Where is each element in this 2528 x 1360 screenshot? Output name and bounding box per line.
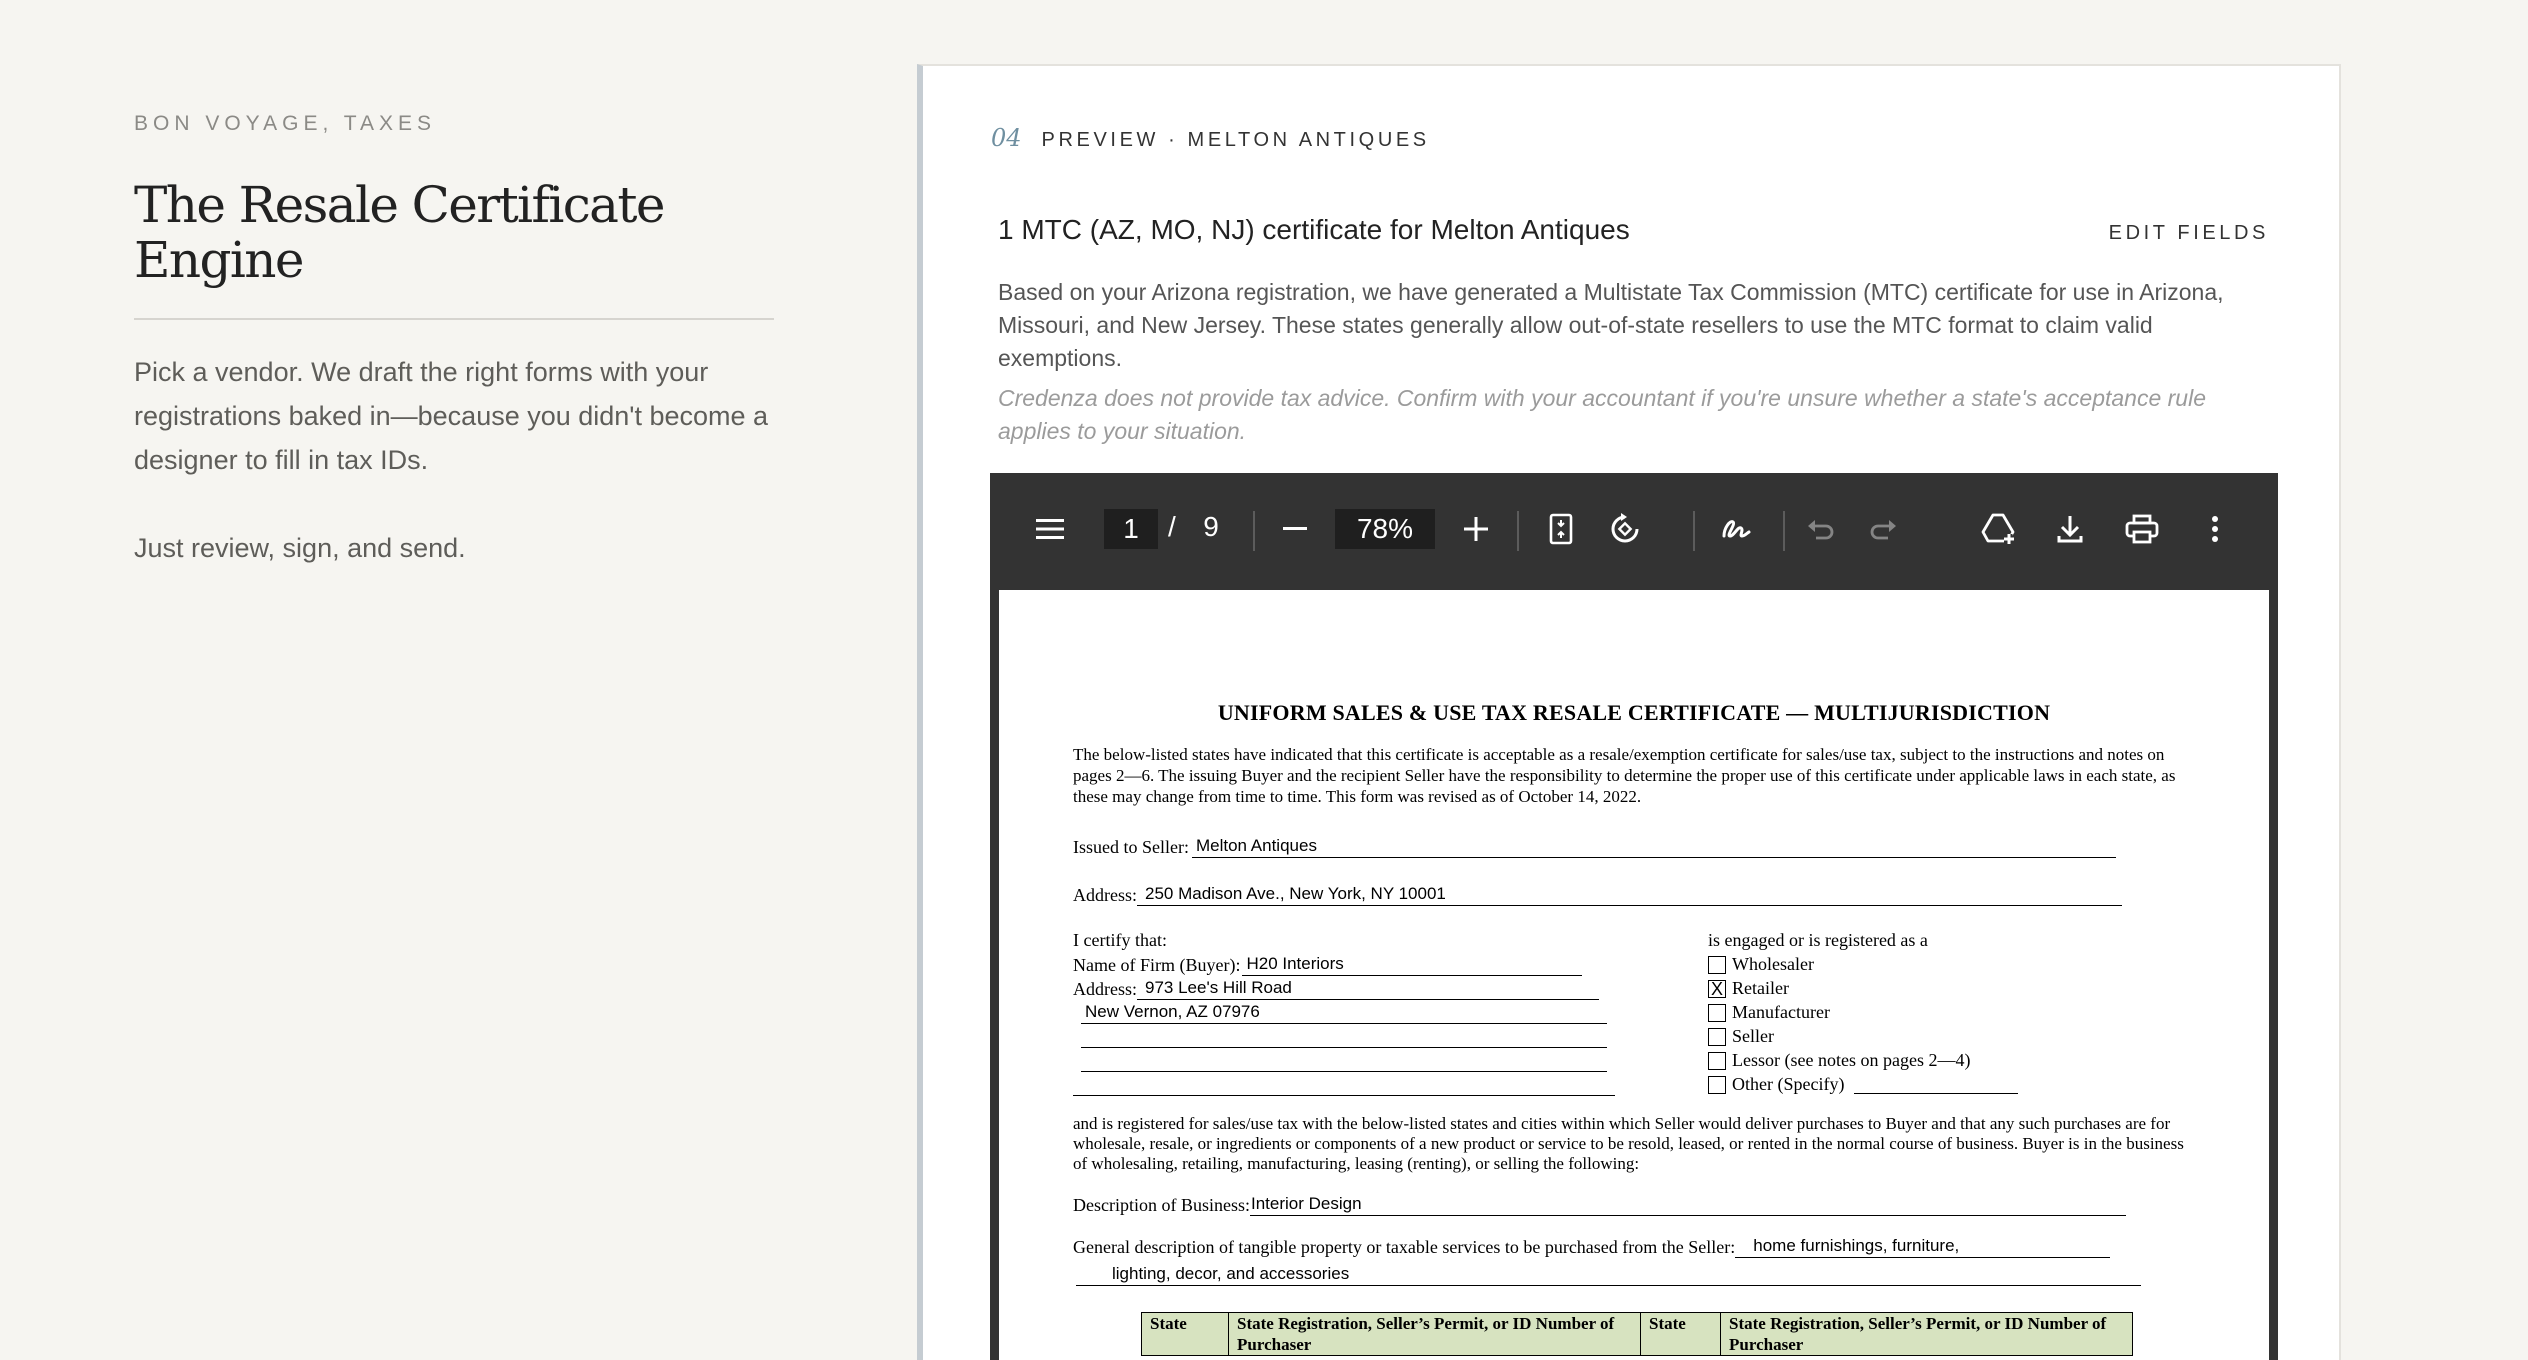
edit-fields-button[interactable]: EDIT FIELDS: [2109, 222, 2269, 245]
seller-address-label: Address:: [1073, 885, 1137, 905]
state-registration-table: State State Registration, Seller’s Permi…: [1141, 1312, 2133, 1356]
zoom-level-input[interactable]: 78%: [1335, 509, 1435, 549]
buyer-name-field: Name of Firm (Buyer): H20 Interiors: [1073, 954, 1583, 976]
buyer-address-label: Address:: [1073, 979, 1137, 999]
blank-line: [1081, 1026, 1607, 1048]
page-separator: /: [1168, 511, 1176, 542]
document-intro: The below-listed states have indicated t…: [1073, 745, 2176, 806]
checkbox-label: Other (Specify): [1732, 1074, 1845, 1094]
registration-paragraph: and is registered for sales/use tax with…: [1073, 1114, 2184, 1173]
checkbox-label: Retailer: [1732, 978, 1789, 998]
business-desc-value[interactable]: Interior Design: [1250, 1194, 2126, 1216]
more-icon[interactable]: [2193, 507, 2237, 551]
cta-text: Just review, sign, and send.: [134, 533, 466, 563]
other-specify-blank[interactable]: [1854, 1076, 2019, 1094]
toolbar-divider: [1693, 511, 1695, 551]
title-divider: [134, 318, 774, 320]
table-header: State Registration, Seller’s Permit, or …: [1720, 1312, 2133, 1356]
blank-line: [1073, 1074, 1615, 1096]
seller-label: Issued to Seller:: [1073, 837, 1189, 857]
checkbox-label: Wholesaler: [1732, 954, 1814, 974]
zoom-out-icon[interactable]: [1273, 507, 1317, 551]
buyer-address-field: Address: 973 Lee's Hill Road: [1073, 978, 1599, 1000]
toolbar-divider: [1783, 511, 1785, 551]
property-value-line1[interactable]: home furnishings, furniture,: [1735, 1236, 2111, 1258]
step-label: PREVIEW · MELTON ANTIQUES: [1041, 129, 1430, 151]
table-header: State Registration, Seller’s Permit, or …: [1228, 1312, 1641, 1356]
engaged-label: is engaged or is registered as a: [1708, 930, 1928, 950]
buyer-address-line1[interactable]: 973 Lee's Hill Road: [1137, 978, 1599, 1000]
menu-icon[interactable]: [1028, 507, 1072, 551]
blank-line-fill[interactable]: [1073, 1074, 1615, 1096]
intro-panel: BON VOYAGE, TAXES The Resale Certificate…: [134, 112, 774, 570]
certificate-title: 1 MTC (AZ, MO, NJ) certificate for Melto…: [998, 214, 1630, 245]
checkbox-label: Lessor (see notes on pages 2—4): [1732, 1050, 1971, 1070]
checkbox[interactable]: [1708, 955, 1726, 974]
business-desc-label: Description of Business:: [1073, 1195, 1250, 1215]
add-to-drive-icon[interactable]: [1977, 507, 2021, 551]
document-title: UNIFORM SALES & USE TAX RESALE CERTIFICA…: [1217, 700, 2051, 725]
buyer-name-value[interactable]: H20 Interiors: [1242, 954, 1583, 976]
blank-line: [1081, 1050, 1607, 1072]
page-title: The Resale Certificate Engine: [134, 176, 665, 289]
rotate-icon[interactable]: [1603, 507, 1647, 551]
certify-label: I certify that:: [1073, 930, 1167, 950]
seller-address-value[interactable]: 250 Madison Ave., New York, NY 10001: [1137, 884, 2122, 906]
seller-name-value[interactable]: Melton Antiques: [1191, 836, 2116, 858]
pdf-viewer: 1 / 9 78% UNIFORM SALES & USE TAX RESALE…: [990, 473, 2278, 1360]
toolbar-divider: [1517, 511, 1519, 551]
download-icon[interactable]: [2048, 507, 2092, 551]
business-desc-field: Description of Business: Interior Design: [1073, 1194, 2126, 1216]
intro-text: Pick a vendor. We draft the right forms …: [134, 357, 769, 475]
checkbox[interactable]: [1708, 1003, 1726, 1022]
seller-address-field: Address: 250 Madison Ave., New York, NY …: [1073, 884, 2122, 906]
buyer-name-label: Name of Firm (Buyer):: [1073, 955, 1241, 975]
checkbox[interactable]: [1708, 1027, 1726, 1046]
blank-line-fill[interactable]: [1081, 1050, 1607, 1072]
toolbar-divider: [1253, 511, 1255, 551]
checkbox[interactable]: [1708, 1051, 1726, 1070]
checkbox-wholesaler[interactable]: Wholesaler: [1708, 954, 1814, 975]
undo-icon[interactable]: [1798, 507, 1842, 551]
tax-disclaimer: Credenza does not provide tax advice. Co…: [998, 385, 2206, 444]
draw-icon[interactable]: [1715, 507, 1759, 551]
buyer-address-line2[interactable]: New Vernon, AZ 07976: [1081, 1002, 1607, 1024]
checkbox[interactable]: X: [1708, 979, 1726, 998]
table-header: State: [1640, 1312, 1721, 1356]
preview-card: 04 PREVIEW · MELTON ANTIQUES 1 MTC (AZ, …: [917, 64, 2341, 1360]
checkbox-label: Manufacturer: [1732, 1002, 1830, 1022]
table-header-row: State State Registration, Seller’s Permi…: [1141, 1312, 2133, 1356]
zoom-in-icon[interactable]: [1454, 507, 1498, 551]
print-icon[interactable]: [2120, 507, 2164, 551]
pdf-page: UNIFORM SALES & USE TAX RESALE CERTIFICA…: [999, 590, 2269, 1360]
step-number: 04: [991, 124, 1022, 152]
checkbox-label: Seller: [1732, 1026, 1774, 1046]
property-line2-field: lighting, decor, and accessories: [1076, 1264, 2141, 1286]
section-eyebrow: BON VOYAGE, TAXES: [134, 112, 437, 135]
step-header: 04 PREVIEW · MELTON ANTIQUES: [991, 124, 1430, 152]
seller-field: Issued to Seller: Melton Antiques: [1073, 836, 2116, 858]
property-label: General description of tangible property…: [1073, 1237, 1736, 1257]
redo-icon[interactable]: [1862, 507, 1906, 551]
pdf-toolbar: 1 / 9 78%: [990, 473, 2278, 585]
fit-page-icon[interactable]: [1539, 507, 1583, 551]
blank-line-fill[interactable]: [1081, 1026, 1607, 1048]
table-header: State: [1141, 1312, 1229, 1356]
checkbox-other[interactable]: Other (Specify): [1708, 1074, 2019, 1095]
checkbox-retailer[interactable]: X Retailer: [1708, 978, 1789, 999]
checkbox-seller[interactable]: Seller: [1708, 1026, 1774, 1047]
checkbox-lessor[interactable]: Lessor (see notes on pages 2—4): [1708, 1050, 1970, 1071]
page-number-input[interactable]: 1: [1104, 509, 1158, 549]
checkbox[interactable]: [1708, 1075, 1726, 1094]
certificate-description: Based on your Arizona registration, we h…: [998, 279, 2224, 371]
buyer-address-line2-field: New Vernon, AZ 07976: [1081, 1002, 1607, 1024]
property-value-line2[interactable]: lighting, decor, and accessories: [1076, 1264, 2141, 1286]
property-field: General description of tangible property…: [1073, 1236, 2111, 1258]
page-total: 9: [1203, 511, 1219, 542]
checkbox-manufacturer[interactable]: Manufacturer: [1708, 1002, 1830, 1023]
